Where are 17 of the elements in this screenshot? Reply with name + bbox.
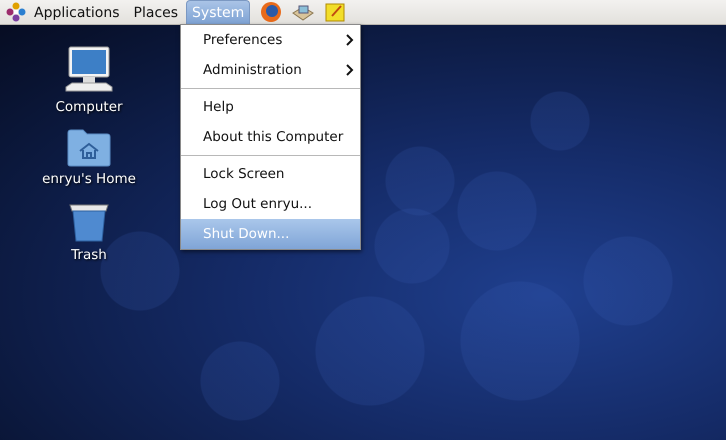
panel-menu[interactable]: Applications xyxy=(28,0,126,24)
menu-item[interactable]: Log Out enryu... xyxy=(181,189,360,219)
menu-item[interactable]: About this Computer xyxy=(181,122,360,152)
chevron-right-icon xyxy=(346,34,354,46)
panel-menu[interactable]: Places xyxy=(128,0,184,24)
menu-item[interactable]: Preferences xyxy=(181,25,360,55)
note-pencil-icon[interactable] xyxy=(324,1,346,23)
menu-item[interactable]: Help xyxy=(181,92,360,122)
desktop-icon-label[interactable]: enryu's Home xyxy=(42,171,136,187)
flower-logo-icon xyxy=(6,2,26,22)
web-browser-icon[interactable] xyxy=(260,1,282,23)
desktop-icon-label[interactable]: Computer xyxy=(55,99,123,115)
home-folder-icon xyxy=(67,129,111,167)
menu-item[interactable]: Administration xyxy=(181,55,360,85)
menu-item[interactable]: Lock Screen xyxy=(181,159,360,189)
desktop-icon-label[interactable]: Trash xyxy=(71,247,107,263)
chevron-right-icon xyxy=(346,64,354,76)
